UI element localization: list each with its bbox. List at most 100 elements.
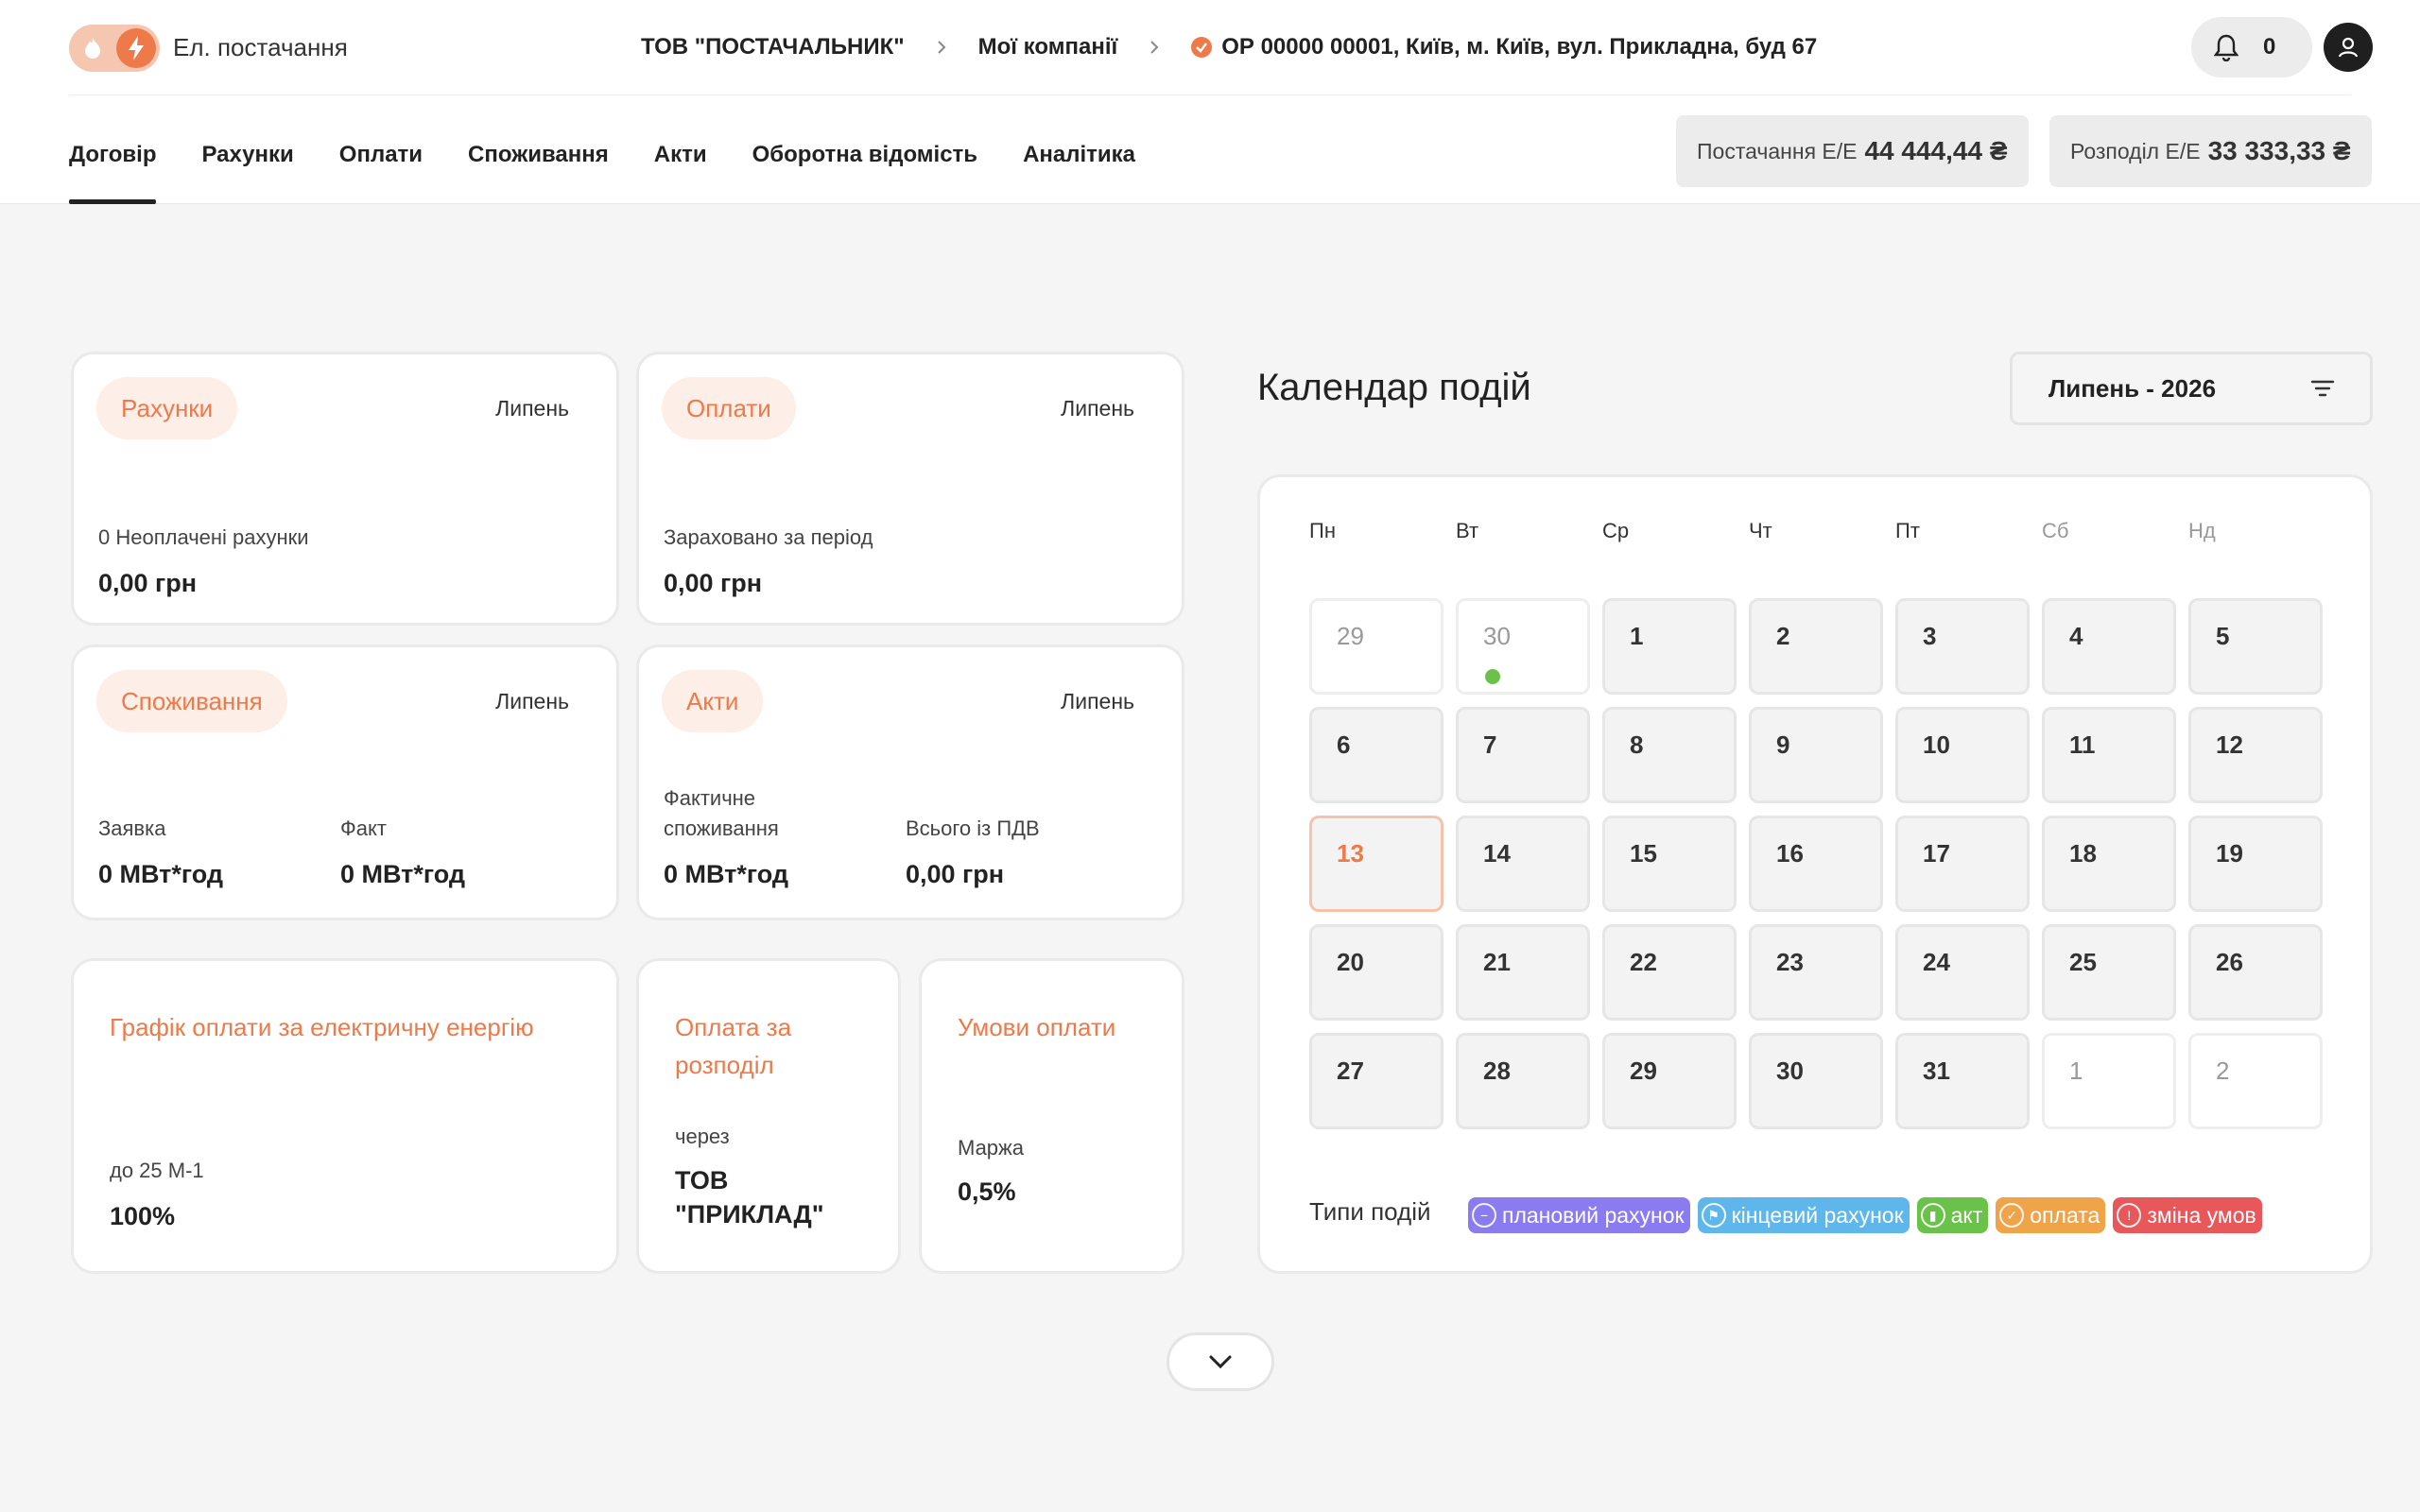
fact-label: Факт [340,816,387,840]
fact-value: 0 МВт*год [340,860,466,888]
calendar-day[interactable]: 4 [2042,598,2176,695]
calendar-day[interactable]: 29 [1309,598,1443,695]
payment-schedule-label: до 25 М-1 [110,1159,204,1182]
calendar-day[interactable]: 7 [1456,707,1590,803]
chevron-right-icon [1150,40,1159,55]
calendar-day[interactable]: 8 [1602,707,1737,803]
calendar-day[interactable]: 31 [1895,1033,2030,1129]
invoices-card-title: Рахунки [96,377,238,439]
actual-consumption-value: 0 МВт*год [664,860,789,888]
calendar-day-number: 27 [1337,1057,1364,1085]
calendar-day-number: 1 [2069,1057,2083,1085]
chevron-right-icon [937,40,946,55]
energy-type-toggle[interactable] [69,25,160,72]
acts-card[interactable]: Акти Липень Фактичне споживання 0 МВт*го… [636,644,1184,920]
payment-schedule-card[interactable]: Графік оплати за електричну енергію до 2… [71,958,619,1274]
calendar-day[interactable]: 23 [1749,924,1883,1021]
calendar-day-number: 18 [2069,839,2097,868]
calendar-day[interactable]: 15 [1602,816,1737,912]
distribution-payment-title: Оплата за розподіл [675,1008,791,1084]
calendar-day[interactable]: 3 [1895,598,2030,695]
distribution-balance-value: 33 333,33 ₴ [2207,136,2351,165]
event-type-label: кінцевий рахунок [1731,1202,1904,1228]
event-type-badge: ⚑ кінцевий рахунок [1697,1197,1910,1233]
calendar-day[interactable]: 30 [1456,598,1590,695]
calendar-day-number: 8 [1630,730,1644,759]
calendar-day-number: 7 [1483,730,1497,759]
calendar-day[interactable]: 28 [1456,1033,1590,1129]
supply-balance-value: 44 444,44 ₴ [1864,136,2008,165]
tab-invoices[interactable]: Рахунки [201,142,293,204]
payments-card-month: Липень [1061,396,1134,421]
calendar-day[interactable]: 17 [1895,816,2030,912]
event-types-legend: − плановий рахунок ⚑ кінцевий рахунок ▮ акт ✓ о… [1468,1197,2262,1233]
consumption-card[interactable]: Споживання Липень Заявка 0 МВт*год Факт … [71,644,619,920]
tab-contract[interactable]: Договір [69,142,157,204]
calendar: Пн Вт Ср Чт Пт Сб Нд 29 30 1 2 3 4 5 6 7 8 9 10 11 12 13 14 15… [1257,474,2373,1274]
calendar-day[interactable]: 27 [1309,1033,1443,1129]
margin-label: Маржа [958,1136,1024,1160]
calendar-day-number: 15 [1630,839,1657,868]
calendar-day[interactable]: 10 [1895,707,2030,803]
calendar-day-number: 16 [1776,839,1804,868]
tab-turnover-statement[interactable]: Оборотна відомість [752,142,977,204]
total-vat-label: Всього із ПДВ [906,816,1040,840]
calendar-day[interactable]: 1 [1602,598,1737,695]
header-divider [69,94,2351,95]
calendar-day[interactable]: 21 [1456,924,1590,1021]
calendar-day[interactable]: 24 [1895,924,2030,1021]
tab-payments[interactable]: Оплати [339,142,423,204]
breadcrumb-account[interactable]: ОР 00000 00001, Київ, м. Київ, вул. Прик… [1221,34,1817,60]
payment-terms-card[interactable]: Умови оплати Маржа 0,5% [919,958,1184,1274]
flame-icon[interactable] [77,32,109,64]
calendar-day-number: 11 [2069,730,2096,759]
calendar-day-number: 14 [1483,839,1511,868]
payment-schedule-value: 100% [110,1202,176,1230]
minus-circle-icon: − [1472,1203,1496,1228]
calendar-day[interactable]: 18 [2042,816,2176,912]
notifications-button[interactable]: 0 [2191,17,2312,77]
request-value: 0 МВт*год [98,860,224,888]
payments-card[interactable]: Оплати Липень Зараховано за період 0,00 … [636,352,1184,626]
distribution-payment-card[interactable]: Оплата за розподіл через ТОВ "ПРИКЛАД" [636,958,901,1274]
calendar-day[interactable]: 2 [2188,1033,2323,1129]
calendar-day[interactable]: 19 [2188,816,2323,912]
calendar-day[interactable]: 14 [1456,816,1590,912]
calendar-day[interactable]: 11 [2042,707,2176,803]
event-type-label: зміна умов [2147,1202,2256,1228]
user-avatar[interactable] [2324,23,2373,72]
calendar-day[interactable]: 2 [1749,598,1883,695]
scroll-down-button[interactable] [1167,1332,1274,1391]
calendar-day[interactable]: 30 [1749,1033,1883,1129]
calendar-day[interactable]: 1 [2042,1033,2176,1129]
unpaid-invoices-label: 0 Неоплачені рахунки [98,525,309,549]
calendar-day[interactable]: 9 [1749,707,1883,803]
tab-consumption[interactable]: Споживання [468,142,609,204]
breadcrumb-company[interactable]: ТОВ "ПОСТАЧАЛЬНИК" [641,34,905,60]
tab-analytics[interactable]: Аналітика [1023,142,1135,204]
lightning-icon[interactable] [116,28,156,68]
calendar-day[interactable]: 26 [2188,924,2323,1021]
calendar-day[interactable]: 25 [2042,924,2176,1021]
acts-card-month: Липень [1061,689,1134,713]
calendar-day[interactable]: 16 [1749,816,1883,912]
tab-acts[interactable]: Акти [654,142,707,204]
calendar-day[interactable]: 12 [2188,707,2323,803]
supply-balance-label: Постачання Е/Е [1697,138,1858,163]
consumption-card-title: Споживання [96,670,287,732]
calendar-day[interactable]: 5 [2188,598,2323,695]
breadcrumb-my-companies[interactable]: Мої компанії [978,34,1118,60]
calendar-day[interactable]: 6 [1309,707,1443,803]
actual-consumption-label: Фактичне споживання [664,783,779,844]
event-act-icon[interactable] [1485,669,1500,684]
invoices-card[interactable]: Рахунки Липень 0 Неоплачені рахунки 0,00… [71,352,619,626]
actual-consumption-label-line-2: споживання [664,816,779,840]
calendar-period-select[interactable]: Липень - 2026 [2010,352,2373,425]
supply-balance: Постачання Е/Е 44 444,44 ₴ [1676,115,2029,187]
calendar-day[interactable]: 20 [1309,924,1443,1021]
calendar-day[interactable]: 22 [1602,924,1737,1021]
calendar-day[interactable]: 29 [1602,1033,1737,1129]
weekday-label: Пт [1895,519,1920,542]
calendar-day-today[interactable]: 13 [1309,816,1443,912]
event-type-label: оплата [2030,1202,2100,1228]
